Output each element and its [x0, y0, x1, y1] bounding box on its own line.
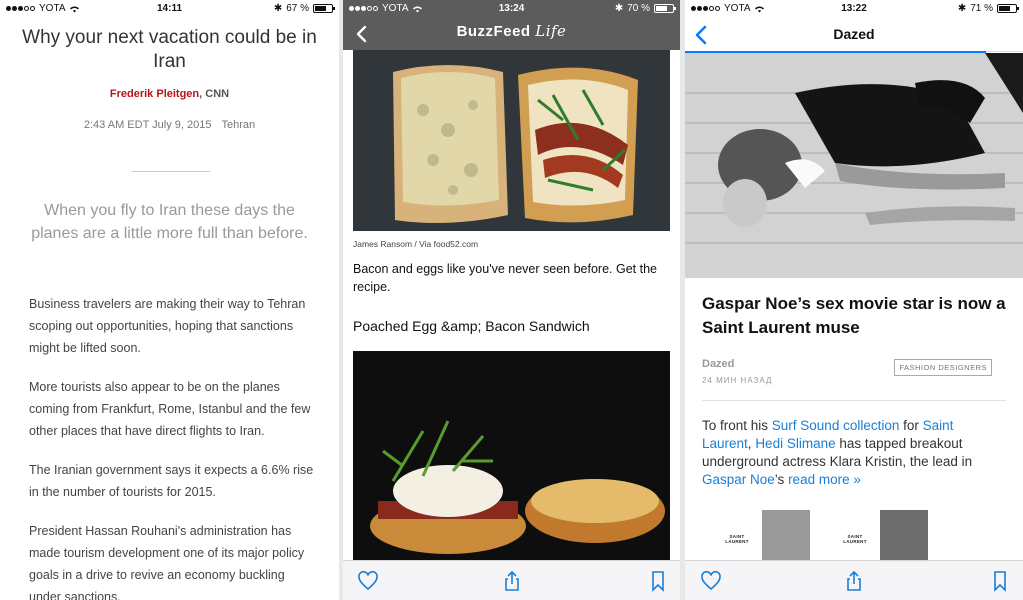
location: Tehran [221, 119, 256, 131]
battery-percent: 71 % [970, 3, 993, 14]
bottom-toolbar [685, 560, 1023, 600]
buzzfeed-header: YOTA 13:24 ✱ 70 % BuzzFeed Life [343, 0, 680, 50]
status-bar: YOTA 14:11 ✱ 67 % [0, 0, 339, 18]
status-bar: YOTA 13:24 ✱ 70 % [343, 0, 680, 18]
status-bar: YOTA 13:22 ✱ 71 % [685, 0, 1023, 18]
battery-icon [313, 4, 335, 13]
paragraph: More tourists also appear to be on the p… [29, 380, 311, 438]
publisher-name: Dazed [702, 358, 735, 370]
share-icon[interactable] [501, 570, 523, 592]
battery-percent: 67 % [286, 3, 309, 14]
article-excerpt: To front his Surf Sound collection for S… [702, 417, 1002, 489]
paragraph: The Iranian government says it expects a… [29, 463, 314, 499]
battery-percent: 70 % [627, 3, 650, 14]
nav-title: Dazed [833, 26, 875, 42]
link-surf-sound[interactable]: Surf Sound collection [772, 418, 900, 433]
toast-photo [353, 50, 670, 231]
bluetooth-icon: ✱ [957, 3, 967, 14]
ad-thumbnail[interactable]: SAINT LAURENT [835, 510, 875, 562]
article-title: Why your next vacation could be in Iran [22, 27, 317, 72]
source-label: , CNN [199, 88, 230, 100]
battery-icon [654, 4, 676, 13]
topic-tag[interactable]: FASHION DESIGNERS [894, 359, 992, 376]
share-icon[interactable] [843, 570, 865, 592]
nav-bar: Dazed [685, 18, 1023, 52]
publish-date: 2:43 AM EDT July 9, 2015 [83, 119, 212, 131]
section-heading: Poached Egg &amp; Bacon Sandwich [353, 318, 590, 334]
byline: Frederik Pleitgen, CNN [0, 88, 339, 100]
read-more-link[interactable]: read more » [788, 472, 861, 487]
buzzfeed-logo: BuzzFeed Life [456, 22, 567, 40]
paragraph: President Hassan Rouhani's administratio… [29, 524, 305, 600]
timestamp: 24 МИН НАЗАД [702, 376, 773, 385]
divider [132, 171, 210, 172]
heart-icon[interactable] [700, 570, 722, 592]
photo-thumbnail[interactable] [762, 510, 810, 562]
bluetooth-icon: ✱ [614, 3, 624, 14]
sandwich-photo [353, 351, 670, 561]
heart-icon[interactable] [357, 570, 379, 592]
ad-thumbnail[interactable]: SAINT LAURENT [717, 510, 757, 562]
photo-credit: James Ransom / Via food52.com [353, 239, 479, 249]
article-lede: When you fly to Iran these days the plan… [31, 202, 308, 242]
divider [702, 400, 1006, 401]
battery-icon [997, 4, 1019, 13]
hero-photo [685, 53, 1023, 278]
photo-thumbnail[interactable] [880, 510, 928, 562]
link-gaspar-noe[interactable]: Gaspar Noe [702, 472, 775, 487]
bookmark-icon[interactable] [647, 570, 669, 592]
link-hedi-slimane[interactable]: Hedi Slimane [755, 436, 835, 451]
excerpt-text: for [899, 418, 923, 433]
article-headline: Gaspar Noe’s sex movie star is now a Sai… [702, 294, 1006, 337]
photo-caption: Bacon and eggs like you've never seen be… [353, 262, 657, 294]
paragraph: Business travelers are making their way … [29, 297, 306, 355]
bookmark-icon[interactable] [989, 570, 1011, 592]
dazed-article-screen: YOTA 13:22 ✱ 71 % Dazed Gaspar Noe’s sex [685, 0, 1023, 600]
excerpt-text: To front his [702, 418, 772, 433]
excerpt-text: ’s [774, 472, 789, 487]
cnn-article-screen: YOTA 14:11 ✱ 67 % Why your next vacation… [0, 0, 339, 600]
bottom-toolbar [343, 560, 680, 600]
dateline: 2:43 AM EDT July 9, 2015 Tehran [0, 119, 339, 131]
author-link[interactable]: Frederik Pleitgen [110, 88, 199, 100]
bluetooth-icon: ✱ [273, 3, 283, 14]
article-body: Business travelers are making their way … [29, 293, 317, 600]
buzzfeed-article-screen: YOTA 13:24 ✱ 70 % BuzzFeed Life James Ra [343, 0, 680, 600]
